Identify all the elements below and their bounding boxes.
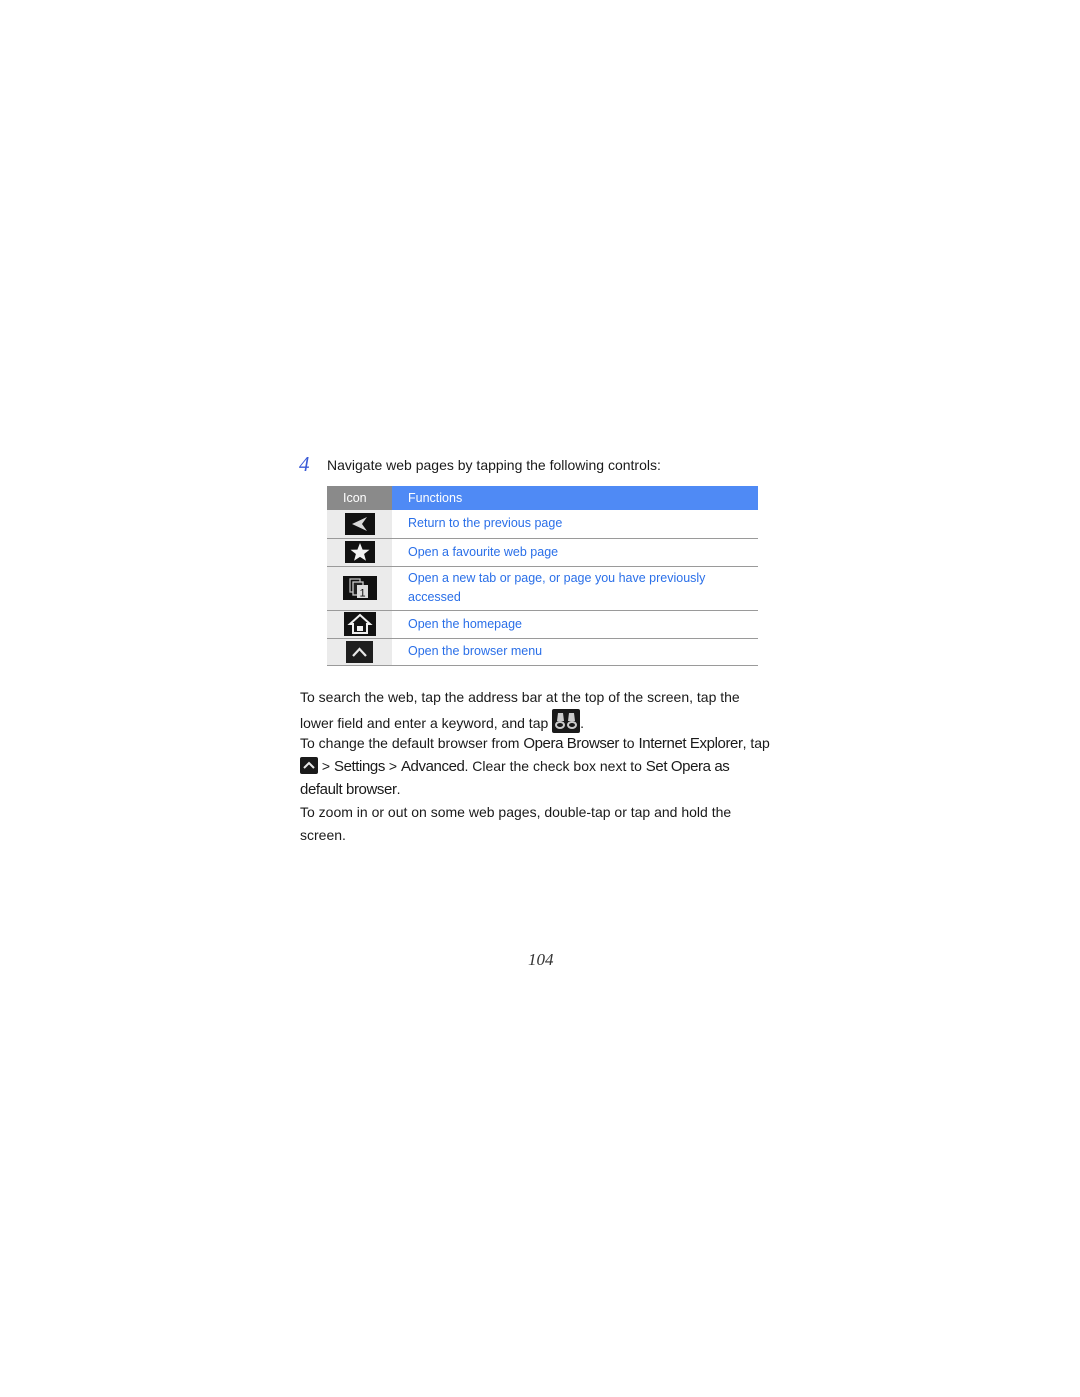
function-text: Open the browser menu [392, 638, 758, 666]
back-arrow-icon [344, 512, 375, 535]
table-row: Open a favourite web page [327, 538, 758, 567]
browser-text: , tap [742, 735, 770, 751]
function-text: Open the homepage [392, 610, 758, 639]
browser-text: . [396, 781, 401, 797]
search-paragraph: To search the web, tap the address bar a… [300, 686, 775, 735]
step-number: 4 [299, 452, 310, 476]
tabs-pages-icon: 1 [342, 576, 377, 600]
step-text: Navigate web pages by tapping the follow… [327, 457, 661, 473]
header-functions: Functions [392, 486, 758, 510]
opera-browser-term: Opera Browser [523, 735, 620, 752]
svg-text:1: 1 [359, 588, 365, 600]
table-header-row: Icon Functions [327, 486, 758, 510]
home-icon [343, 612, 376, 636]
settings-term: Settings [333, 758, 385, 775]
function-text: Open a favourite web page [392, 538, 758, 567]
advanced-term: Advanced [400, 758, 465, 775]
table-row: Open the browser menu [327, 638, 758, 666]
search-text-end: . [580, 715, 585, 731]
controls-table: Icon Functions Return to the previous pa… [327, 486, 758, 666]
browser-text: > [384, 758, 401, 774]
header-icon: Icon [327, 486, 392, 510]
browser-text: To change the default browser from [300, 735, 524, 751]
binoculars-search-icon [552, 709, 581, 733]
browser-text: to [619, 735, 639, 751]
browser-paragraph: To change the default browser from Opera… [300, 732, 775, 801]
zoom-paragraph: To zoom in or out on some web pages, dou… [300, 804, 732, 843]
page-number: 104 [528, 950, 554, 969]
table-row: 1 Open a new tab or page, or page you ha… [327, 566, 758, 611]
function-text: Open a new tab or page, or page you have… [392, 566, 758, 611]
internet-explorer-term: Internet Explorer [638, 735, 743, 752]
table-row: Open the homepage [327, 610, 758, 639]
table-row: Return to the previous page [327, 510, 758, 539]
browser-text: > [318, 758, 334, 774]
menu-up-icon [346, 640, 373, 663]
function-text: Return to the previous page [392, 510, 758, 539]
browser-text: . Clear the check box next to [464, 758, 646, 774]
star-icon [344, 541, 375, 563]
menu-up-icon [300, 757, 318, 774]
search-text: To search the web, tap the address bar a… [300, 689, 740, 731]
